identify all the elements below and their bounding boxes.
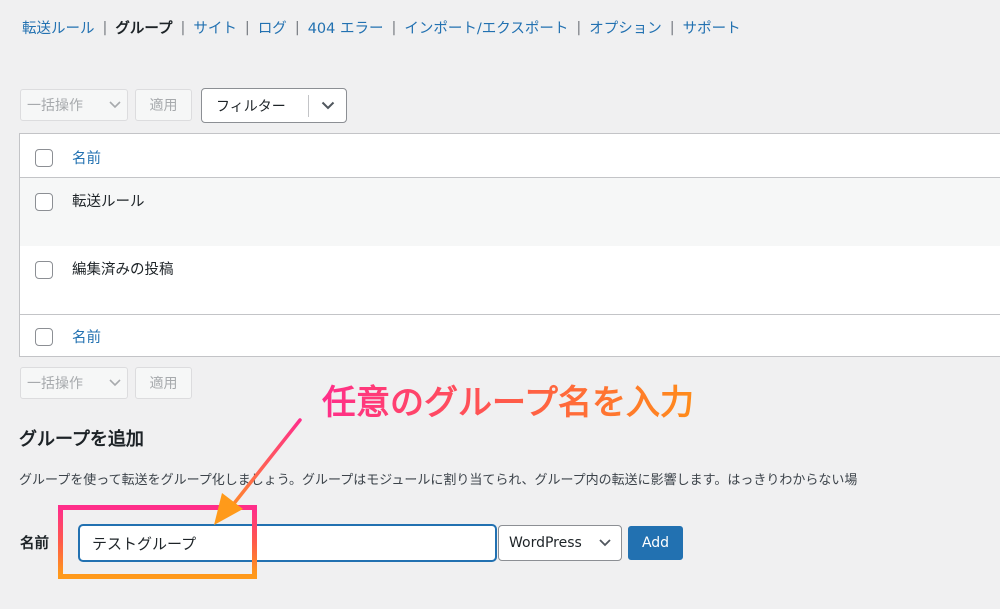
- arrow-icon: [214, 418, 302, 525]
